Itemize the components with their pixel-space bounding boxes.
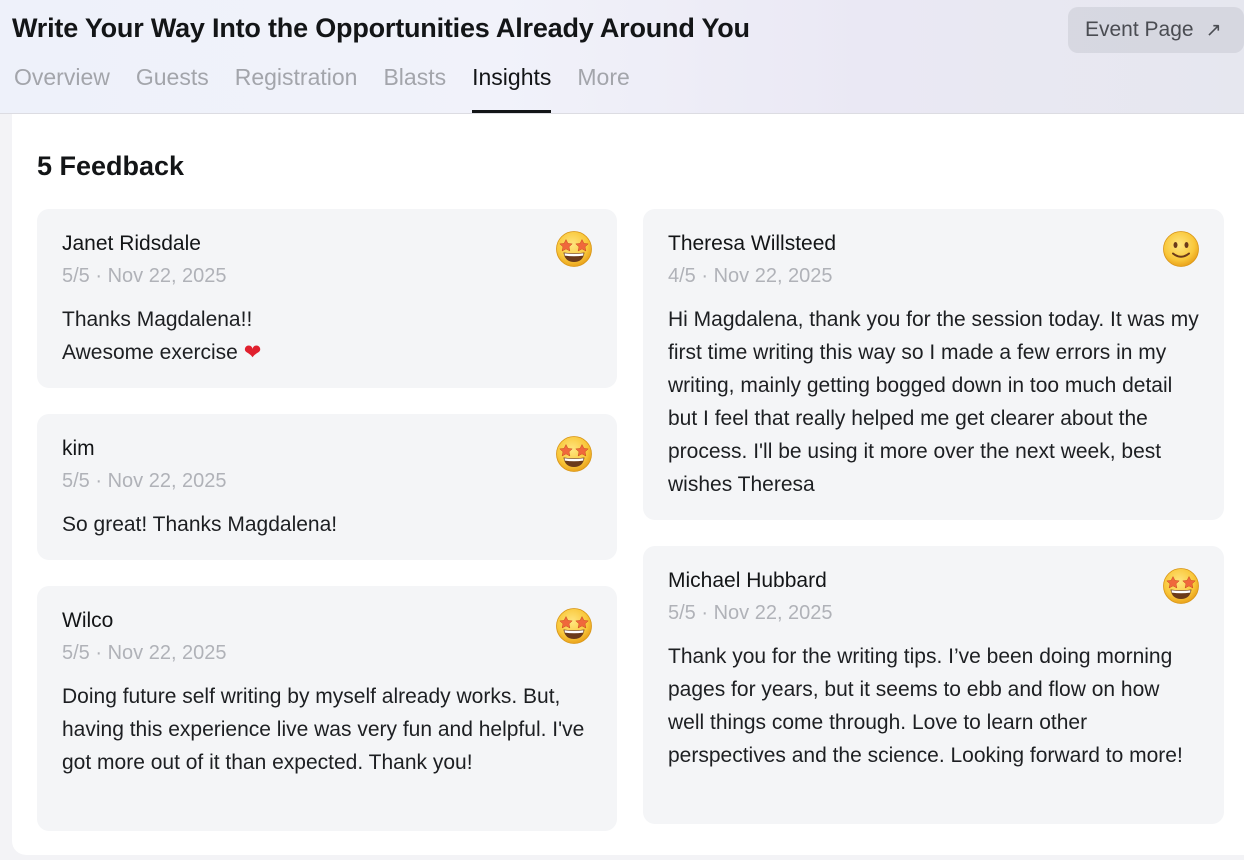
tab-insights[interactable]: Insights <box>472 64 552 113</box>
star-struck-emoji-icon <box>555 607 593 645</box>
feedback-text-line: Awesome exercise <box>62 341 238 364</box>
feedback-card: Theresa Willsteed 4/5 · Nov 22, 2025 Hi … <box>643 209 1224 520</box>
heart-icon: ❤ <box>243 341 262 364</box>
tab-registration[interactable]: Registration <box>235 64 358 101</box>
star-struck-emoji-icon <box>555 230 593 268</box>
tab-overview[interactable]: Overview <box>14 64 110 101</box>
slightly-smiling-emoji-icon <box>1162 230 1200 268</box>
tab-more[interactable]: More <box>577 64 629 101</box>
feedback-meta: 5/5 · Nov 22, 2025 <box>62 265 227 287</box>
feedback-card: Janet Ridsdale 5/5 · Nov 22, 2025 Thanks… <box>37 209 617 388</box>
feedback-meta: 4/5 · Nov 22, 2025 <box>668 265 833 287</box>
feedback-author: Wilco <box>62 609 114 632</box>
feedback-meta: 5/5 · Nov 22, 2025 <box>62 470 227 492</box>
feedback-author: Michael Hubbard <box>668 569 827 592</box>
tab-guests[interactable]: Guests <box>136 64 209 101</box>
feedback-heading: 5 Feedback <box>37 151 185 181</box>
event-header: Write Your Way Into the Opportunities Al… <box>0 0 1244 114</box>
feedback-text: Thank you for the writing tips. I’ve bee… <box>668 645 1183 767</box>
feedback-author: Janet Ridsdale <box>62 232 201 255</box>
feedback-card: Wilco 5/5 · Nov 22, 2025 Doing future se… <box>37 586 617 831</box>
feedback-text: So great! Thanks Magdalena! <box>62 513 338 536</box>
page-title: Write Your Way Into the Opportunities Al… <box>12 13 750 43</box>
star-struck-emoji-icon <box>1162 567 1200 605</box>
feedback-meta: 5/5 · Nov 22, 2025 <box>62 642 227 664</box>
feedback-text: Thanks Magdalena!! Awesome exercise ❤ <box>62 303 592 369</box>
feedback-author: kim <box>62 437 95 460</box>
event-page-label: Event Page <box>1085 18 1194 41</box>
feedback-text: Hi Magdalena, thank you for the session … <box>668 308 1199 496</box>
feedback-card: kim 5/5 · Nov 22, 2025 So great! Thanks … <box>37 414 617 560</box>
feedback-text: Doing future self writing by myself alre… <box>62 685 585 774</box>
tab-blasts[interactable]: Blasts <box>383 64 446 101</box>
tab-bar: Overview Guests Registration Blasts Insi… <box>14 64 656 113</box>
feedback-card: Michael Hubbard 5/5 · Nov 22, 2025 Thank… <box>643 546 1224 824</box>
feedback-author: Theresa Willsteed <box>668 232 837 255</box>
star-struck-emoji-icon <box>555 435 593 473</box>
event-page-button[interactable]: Event Page ↗ <box>1068 7 1244 53</box>
feedback-meta: 5/5 · Nov 22, 2025 <box>668 602 833 624</box>
arrow-up-right-icon: ↗ <box>1205 19 1222 41</box>
feedback-text-line: Thanks Magdalena!! <box>62 308 253 331</box>
